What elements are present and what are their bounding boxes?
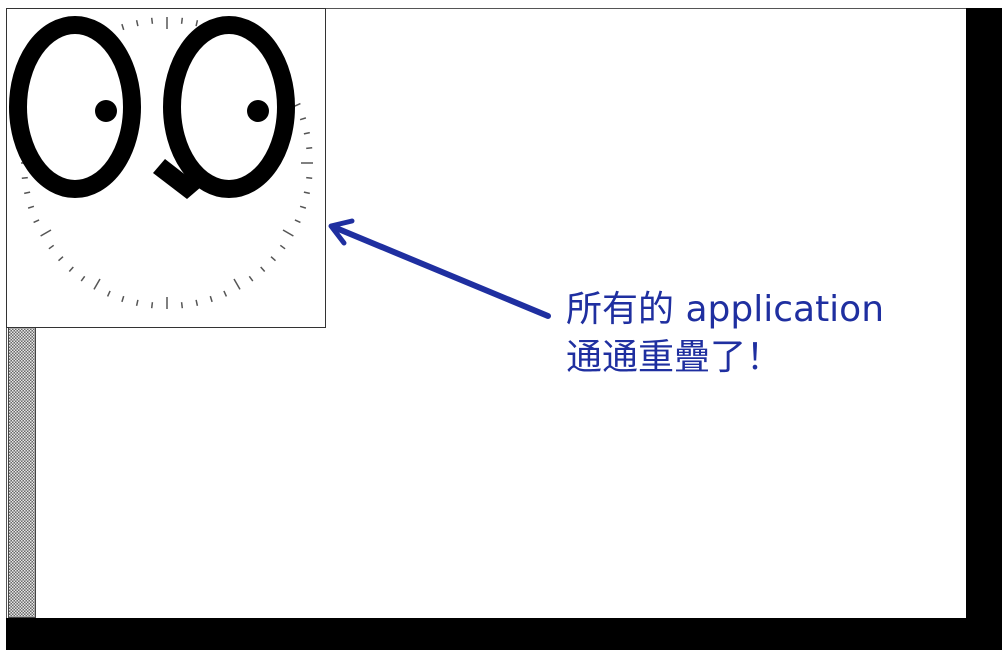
clock-tick [299, 117, 307, 121]
annotation-line-2: 通通重疊了！ [566, 337, 783, 378]
clock-tick [58, 256, 64, 262]
clock-tick [195, 20, 199, 27]
clock-tick [135, 299, 139, 306]
clock-tick [180, 302, 184, 309]
clock-tick [260, 266, 266, 272]
clock-tick [80, 275, 86, 282]
clock-tick [282, 229, 294, 237]
clock-tick [121, 23, 125, 31]
screen-right-border [966, 8, 1002, 650]
overlapping-application-window[interactable] [6, 8, 326, 328]
clock-tick [306, 176, 313, 180]
clock-tick [299, 205, 307, 209]
clock-tick [209, 295, 213, 303]
clock-tick [48, 244, 55, 250]
clock-tick [27, 205, 35, 209]
x-display-screen: 所有的 application 通通重疊了！ [0, 0, 1002, 650]
clock-tick [306, 146, 313, 150]
clock-tick [248, 275, 254, 282]
screen-bottom-border [6, 618, 1002, 650]
xeyes-right-pupil [247, 100, 269, 122]
clock-tick [106, 290, 111, 297]
xterm-window-edge[interactable] [8, 326, 36, 618]
annotation-text: 所有的 application 通通重疊了！ [566, 286, 884, 382]
clock-tick [21, 176, 28, 180]
clock-tick [33, 219, 40, 224]
clock-tick [270, 256, 276, 262]
clock-tick [294, 219, 301, 224]
clock-tick [68, 266, 74, 272]
clock-tick [303, 191, 310, 195]
clock-tick [223, 290, 228, 297]
clock-tick [294, 102, 301, 107]
clock-tick [24, 191, 31, 195]
xeyes-right-eye-icon [163, 16, 295, 198]
clock-tick [150, 17, 154, 24]
clock-tick [195, 299, 199, 306]
clock-tick [303, 131, 310, 135]
clock-tick [279, 244, 286, 250]
stacked-apps-canvas [9, 16, 313, 309]
clock-tick [233, 278, 241, 290]
clock-tick [180, 17, 184, 24]
clock-tick [135, 20, 139, 27]
annotation-line-1: 所有的 application [566, 289, 885, 330]
clock-tick [121, 295, 125, 303]
clock-tick [93, 278, 101, 290]
clock-tick [150, 302, 154, 309]
clock-tick [40, 229, 52, 237]
xeyes-left-pupil [95, 100, 117, 122]
